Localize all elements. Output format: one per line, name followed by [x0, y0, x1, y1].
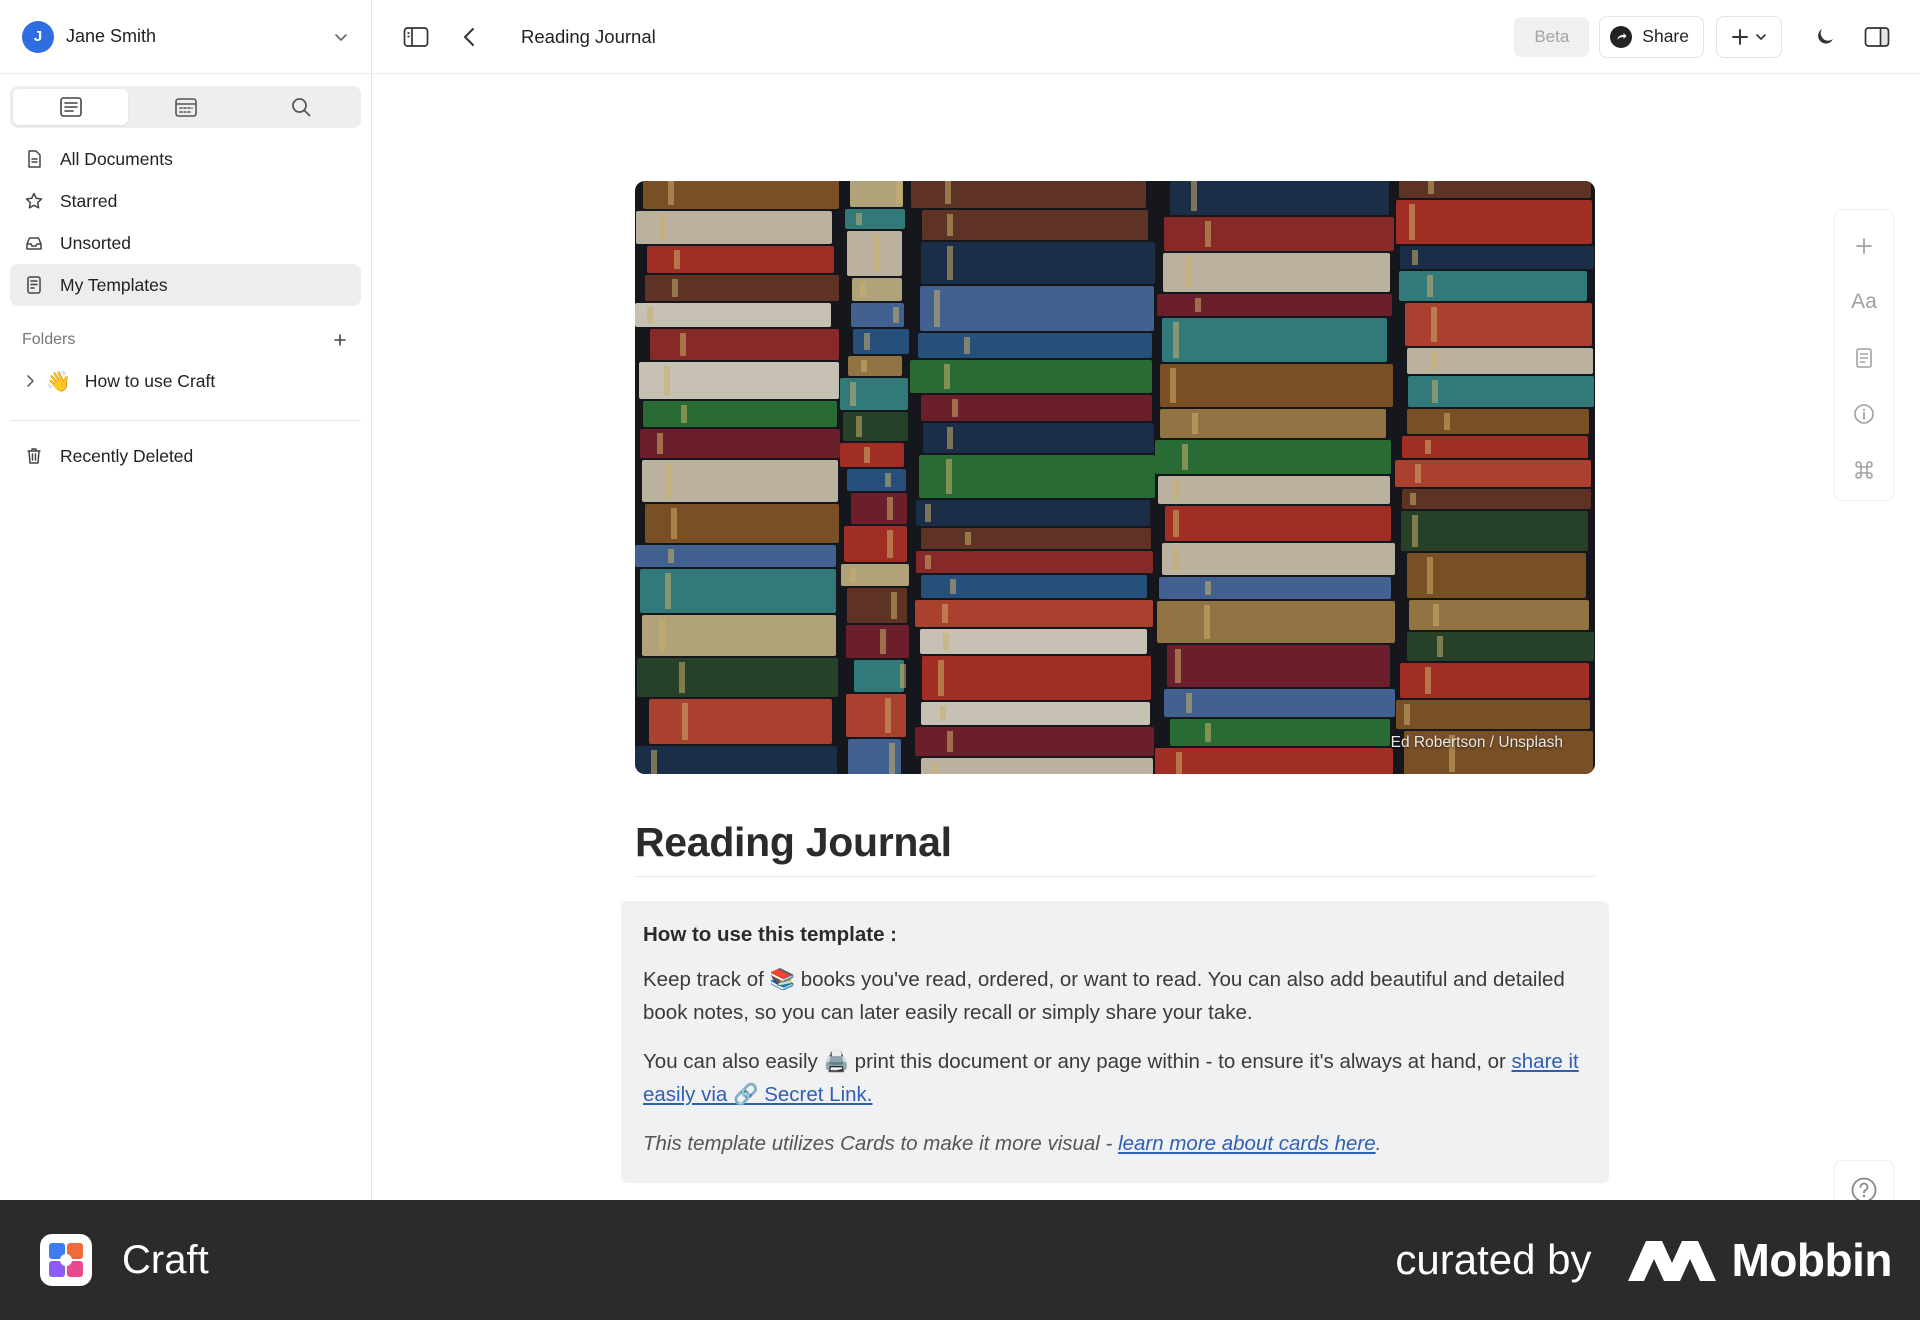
card-paragraph-3-text: This template utilizes Cards to make it …: [643, 1132, 1119, 1155]
page-style-button[interactable]: [1850, 340, 1878, 376]
command-icon: [1855, 461, 1873, 479]
sidebar-item-label: Unsorted: [60, 232, 132, 253]
instructions-card[interactable]: How to use this template : Keep track of…: [621, 901, 1609, 1183]
back-button[interactable]: [457, 24, 483, 50]
page-title[interactable]: Reading Journal: [635, 819, 952, 866]
text-style-button[interactable]: Aa: [1850, 284, 1878, 320]
craft-logo-icon: [40, 1234, 92, 1286]
add-block-dropdown[interactable]: [1716, 15, 1782, 58]
trash-icon: [27, 448, 41, 464]
plus-icon: [1856, 238, 1872, 254]
card-paragraph-2: You can also easily 🖨️ print this docume…: [643, 1045, 1587, 1111]
sidebar-item-label: Recently Deleted: [60, 445, 194, 466]
card-heading: How to use this template :: [643, 923, 897, 946]
mobbin-wordmark: Mobbin: [1731, 1234, 1893, 1286]
help-button[interactable]: [1834, 1160, 1894, 1200]
beta-badge[interactable]: Beta: [1514, 16, 1590, 57]
sidebar-item-unsorted[interactable]: Unsorted: [10, 222, 361, 264]
account-switcher[interactable]: J Jane Smith: [0, 0, 371, 74]
sidebar-item-all-documents[interactable]: All Documents: [10, 138, 361, 180]
card-paragraph-2-text: You can also easily 🖨️ print this docume…: [643, 1050, 1512, 1073]
card-paragraph-3-suffix: .: [1375, 1132, 1382, 1155]
footer-banner: Craft curated by Mobbin: [0, 1200, 1920, 1320]
folders-header: Folders: [0, 320, 371, 360]
plus-icon: [1732, 28, 1748, 45]
card-paragraph-1: Keep track of 📚 books you've read, order…: [643, 968, 1565, 1024]
share-button[interactable]: Share: [1599, 15, 1704, 58]
document-list-icon: [59, 97, 82, 117]
sidebar-item-starred[interactable]: Starred: [10, 180, 361, 222]
sidebar-view-switcher: [10, 86, 361, 128]
curated-by-label: curated by: [1395, 1236, 1592, 1283]
folders-label: Folders: [22, 331, 76, 348]
avatar: J: [22, 20, 54, 53]
app-name: Craft: [122, 1237, 209, 1282]
sidebar-item-label: All Documents: [60, 148, 173, 169]
info-button[interactable]: [1850, 396, 1878, 432]
share-icon: [1610, 25, 1633, 48]
toggle-inspector-button[interactable]: [1864, 24, 1890, 50]
sidebar-item-label: Starred: [60, 190, 118, 211]
divider: [10, 420, 361, 421]
cover-credit: Ed Robertson / Unsplash: [1390, 734, 1563, 751]
sidebar: J Jane Smith All Documents Starred Unsor…: [0, 0, 372, 1200]
document-icon: [28, 150, 41, 168]
sidebar-nav: All Documents Starred Unsorted My Templa…: [0, 138, 371, 306]
right-panel-icon: [1864, 26, 1890, 47]
cover-image[interactable]: Ed Robertson / Unsplash: [635, 181, 1595, 774]
sidebar-icon: [403, 26, 429, 47]
user-name: Jane Smith: [66, 26, 157, 46]
learn-cards-link[interactable]: learn more about cards here: [1118, 1132, 1376, 1155]
dark-mode-toggle[interactable]: [1812, 24, 1838, 50]
chevron-down-icon: [335, 33, 347, 41]
top-bar: Reading Journal Beta Share: [373, 0, 1920, 74]
cover-shade: [635, 181, 1595, 774]
add-block-button[interactable]: [1850, 228, 1878, 264]
moon-icon: [1818, 28, 1833, 44]
document-canvas: Ed Robertson / Unsplash Reading Journal …: [373, 75, 1920, 1200]
sidebar-item-recently-deleted[interactable]: Recently Deleted: [10, 435, 361, 477]
calendar-icon: [174, 98, 197, 117]
page-style-icon: [1856, 348, 1872, 368]
tab-search[interactable]: [243, 89, 358, 125]
chevron-right-icon[interactable]: [24, 374, 36, 388]
star-icon: [25, 192, 43, 209]
shortcuts-button[interactable]: [1850, 452, 1878, 488]
tab-calendar[interactable]: [128, 89, 243, 125]
toggle-sidebar-button[interactable]: [403, 24, 429, 50]
sidebar-item-my-templates[interactable]: My Templates: [10, 264, 361, 306]
search-icon: [291, 98, 310, 117]
format-rail: Aa: [1834, 209, 1894, 501]
info-icon: [1854, 404, 1874, 424]
tray-icon: [26, 237, 42, 250]
share-label: Share: [1642, 26, 1689, 46]
tab-documents[interactable]: [13, 89, 128, 125]
chevron-down-icon: [1756, 33, 1766, 40]
add-folder-button[interactable]: [331, 331, 349, 349]
template-icon: [27, 276, 41, 294]
mobbin-logo-icon: [1627, 1241, 1716, 1281]
question-icon: [1851, 1177, 1877, 1200]
folder-emoji: 👋: [46, 370, 71, 393]
sidebar-item-label: My Templates: [60, 274, 168, 295]
folder-label: How to use Craft: [84, 370, 216, 391]
books-cover-illustration: [635, 181, 1595, 774]
folder-how-to-use-craft[interactable]: 👋 How to use Craft: [0, 360, 371, 402]
chevron-left-icon: [464, 27, 474, 46]
title-divider: [635, 876, 1595, 877]
document-breadcrumb-title: Reading Journal: [521, 25, 656, 47]
card-paragraph-3: This template utilizes Cards to make it …: [643, 1127, 1587, 1160]
